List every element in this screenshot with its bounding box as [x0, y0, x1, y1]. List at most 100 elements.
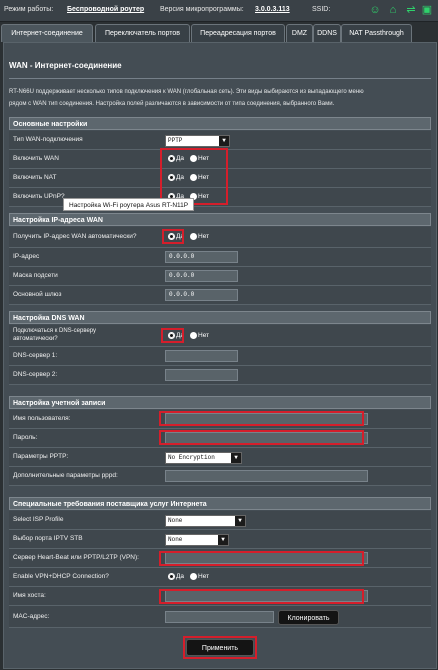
highlight-password: [159, 430, 364, 445]
row-pptp-options: Параметры PPTP: No Encryption ▼: [9, 448, 431, 467]
section-wan-ip: Настройка IP-адреса WAN: [9, 213, 431, 226]
network-icon[interactable]: ⌂: [387, 4, 399, 16]
chevron-down-icon: ▼: [218, 535, 228, 545]
row-isp-profile: Select ISP Profile None ▼: [9, 511, 431, 530]
gateway-label: Основной шлюз: [13, 291, 62, 298]
dns-auto-label-line-2: автоматически?: [13, 336, 58, 342]
heartbeat-server-label: Сервер Heart-Beat или PPTP/L2TP (VPN):: [13, 554, 139, 561]
mode-link[interactable]: Беспроводной роутер: [67, 6, 144, 13]
highlight-dns-auto: [161, 328, 184, 343]
no-label: Нет: [198, 332, 210, 340]
page-title: WAN - Интернет-соединение: [9, 61, 122, 70]
section-isp: Специальные требования поставщика услуг …: [9, 497, 431, 510]
no-label: Нет: [198, 233, 210, 241]
tab-internet-connection[interactable]: Интернет-соединение: [1, 24, 93, 42]
row-dns-auto: Подключаться к DNS-серверу автоматически…: [9, 325, 431, 347]
enable-upnp-label: Включить UPnP?: [13, 193, 65, 200]
highlight-username: [159, 411, 364, 426]
row-gateway: Основной шлюз 0.0.0.0: [9, 286, 431, 305]
dns1-label: DNS-сервер 1:: [13, 352, 58, 359]
page-description: RT-N66U поддерживает несколько типов под…: [9, 86, 431, 110]
clone-mac-button[interactable]: Клонировать: [278, 610, 339, 625]
iptv-port-value: None: [168, 536, 183, 543]
iptv-port-label: Выбор порта IPTV STB: [13, 535, 83, 542]
vpn-dhcp-no-radio[interactable]: Нет: [190, 573, 209, 580]
hostname-label: Имя хоста:: [13, 592, 46, 599]
top-status-bar: Режим работы: Беспроводной роутер Версия…: [0, 0, 438, 22]
pppd-options-label: Дополнительные параметры pppd:: [13, 472, 118, 479]
highlight-basic-radios: [160, 148, 228, 205]
highlight-get-ip-auto: [162, 229, 184, 244]
ssid-label: SSID:: [312, 6, 331, 13]
section-account: Настройка учетной записи: [9, 396, 431, 409]
mode-label: Режим работы:: [4, 6, 54, 13]
section-basic: Основные настройки: [9, 117, 431, 130]
description-line-2: рядом с WAN тип соединения. Настройка по…: [9, 101, 335, 107]
tab-dmz[interactable]: DMZ: [286, 24, 313, 42]
dns-auto-label: Подключаться к DNS-серверу автоматически…: [13, 327, 153, 343]
tab-port-switch[interactable]: Переключатель портов: [95, 24, 190, 42]
chevron-down-icon: ▼: [231, 453, 241, 463]
row-get-ip-auto: Получить IP-адрес WAN автоматически? Да …: [9, 227, 431, 248]
row-dns1: DNS-сервер 1:: [9, 347, 431, 366]
firmware-label: Версия микропрограммы:: [160, 6, 244, 13]
ip-address-input[interactable]: 0.0.0.0: [165, 251, 238, 263]
wireless-icon[interactable]: ▣: [421, 4, 433, 16]
chevron-down-icon: ▼: [219, 136, 229, 146]
subnet-mask-label: Маска подсети: [13, 272, 58, 279]
pptp-options-select[interactable]: No Encryption ▼: [165, 452, 242, 464]
tab-ddns[interactable]: DDNS: [313, 24, 341, 42]
dns-auto-no-radio[interactable]: Нет: [190, 332, 209, 339]
description-line-1: RT-N66U поддерживает несколько типов под…: [9, 89, 364, 95]
highlight-apply-button: [183, 636, 257, 659]
title-divider: [9, 78, 431, 79]
pppd-options-input[interactable]: [165, 470, 368, 482]
wan-type-select[interactable]: PPTP ▼: [165, 135, 230, 147]
row-mac-address: MAC-адрес: Клонировать: [9, 606, 431, 628]
password-label: Пароль:: [13, 434, 38, 441]
highlight-heartbeat-server: [159, 551, 364, 566]
section-wan-dns: Настройка DNS WAN: [9, 311, 431, 324]
highlight-hostname: [159, 589, 364, 604]
vpn-dhcp-label: Enable VPN+DHCP Connection?: [13, 573, 109, 580]
tab-port-forwarding[interactable]: Переадресация портов: [191, 24, 285, 42]
yes-label: Да: [176, 573, 185, 581]
wan-type-label: Тип WAN-подключения: [13, 136, 83, 143]
no-label: Нет: [198, 573, 210, 581]
tab-nat-passthrough[interactable]: NAT Passthrough: [341, 24, 412, 42]
subnet-mask-input[interactable]: 0.0.0.0: [165, 270, 238, 282]
pptp-options-value: No Encryption: [168, 454, 215, 461]
tab-bar: Интернет-соединение Переключатель портов…: [0, 22, 438, 42]
user-icon[interactable]: ☺: [369, 4, 381, 16]
enable-nat-label: Включить NAT: [13, 174, 57, 181]
vpn-dhcp-yes-radio[interactable]: Да: [168, 573, 184, 580]
row-dns2: DNS-сервер 2:: [9, 366, 431, 385]
firmware-link[interactable]: 3.0.0.3.113: [255, 6, 290, 13]
isp-profile-select[interactable]: None ▼: [165, 515, 246, 527]
dns-auto-label-line-1: Подключаться к DNS-серверу: [13, 328, 97, 334]
isp-profile-value: None: [168, 517, 183, 524]
row-iptv-port: Выбор порта IPTV STB None ▼: [9, 530, 431, 549]
enable-wan-label: Включить WAN: [13, 155, 59, 162]
settings-panel: WAN - Интернет-соединение RT-N66U поддер…: [3, 42, 437, 669]
row-pppd-options: Дополнительные параметры pppd:: [9, 467, 431, 486]
get-ip-auto-no-radio[interactable]: Нет: [190, 233, 209, 240]
wan-type-value: PPTP: [168, 137, 183, 144]
tooltip: Настройка Wi-Fi роутера Asus RT-N11P: [63, 198, 195, 211]
row-subnet-mask: Маска подсети 0.0.0.0: [9, 267, 431, 286]
mac-address-label: MAC-адрес:: [13, 613, 50, 620]
get-ip-auto-label: Получить IP-адрес WAN автоматически?: [13, 233, 137, 240]
mac-address-input[interactable]: [165, 611, 274, 623]
gateway-input[interactable]: 0.0.0.0: [165, 289, 238, 301]
iptv-port-select[interactable]: None ▼: [165, 534, 229, 546]
chevron-down-icon: ▼: [235, 516, 245, 526]
isp-profile-label: Select ISP Profile: [13, 516, 64, 523]
pptp-options-label: Параметры PPTP:: [13, 453, 69, 460]
row-vpn-dhcp: Enable VPN+DHCP Connection? Да Нет: [9, 568, 431, 587]
row-ip-address: IP-адрес 0.0.0.0: [9, 248, 431, 267]
username-label: Имя пользователя:: [13, 415, 71, 422]
dns2-label: DNS-сервер 2:: [13, 371, 58, 378]
dns2-input[interactable]: [165, 369, 238, 381]
usb-icon[interactable]: ⇌: [405, 4, 417, 16]
dns1-input[interactable]: [165, 350, 238, 362]
